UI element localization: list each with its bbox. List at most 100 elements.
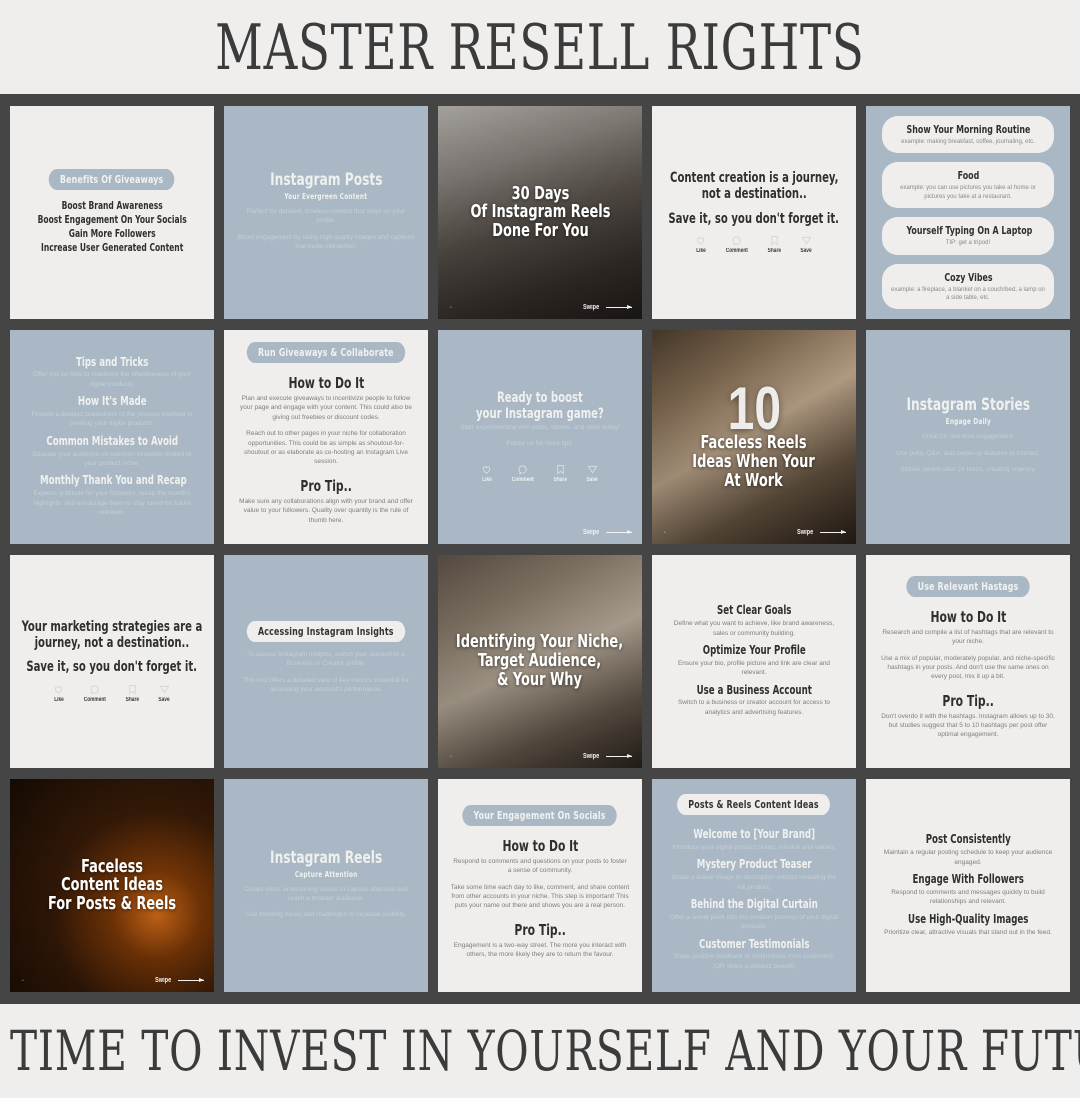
action-save[interactable]: Save [157,684,171,703]
card-section-list: Post Consistently Maintain a regular post… [878,828,1058,943]
card-30-days-reels[interactable]: 30 Days Of Instagram Reels Done For You • Sw… [438,106,642,320]
swipe-indicator[interactable]: Swipe [581,529,632,536]
action-label: Comment [725,248,748,255]
card-ready-to-boost[interactable]: Ready to boost your Instagram game? Start … [438,330,642,544]
save-icon [587,464,598,475]
card-10-faceless-reels-ideas[interactable]: 10 Faceless Reels Ideas When Your At Work • S… [652,330,856,544]
card-set-clear-goals[interactable]: Set Clear Goals Define what you want to a… [652,554,856,769]
action-label: Save [586,476,598,483]
action-share[interactable]: Share [766,235,783,254]
action-save[interactable]: Save [585,464,599,483]
card-paragraph: Create short, entertaining videos to cap… [243,885,409,902]
card-bullet-item: Increase User Generated Content [40,242,184,255]
action-share[interactable]: Share [552,464,569,483]
section-heading: Welcome to [Your Brand] [693,827,815,842]
card-subtitle: Capture Attention [294,869,358,879]
card-posts-reels-content-ideas[interactable]: Posts & Reels Content Ideas Welcome to [Y… [652,779,856,993]
action-like[interactable]: Like [53,684,65,703]
mrr-instagram-template-board: MASTER RESELL RIGHTS Benefits Of Giveawa… [0,0,1080,1098]
quote-line: not a destination.. [701,185,807,202]
card-instagram-reels[interactable]: Instagram Reels Capture Attention Create s… [224,779,428,993]
action-save[interactable]: Save [799,235,813,254]
like-icon [695,235,706,246]
swipe-label: Swipe [582,528,599,536]
swipe-label: Swipe [154,977,171,985]
action-like[interactable]: Like [695,235,707,254]
card-faceless-content-chips[interactable]: Show Your Morning Routine example: making… [866,106,1070,320]
comment-icon [731,235,742,246]
chip-title: Yourself Typing On A Laptop [906,224,1032,238]
card-photo-caption: Faceless Content Ideas For Posts & Reels [47,857,177,915]
card-run-giveaways-collaborate[interactable]: Run Giveaways & Collaborate How to Do It P… [224,330,428,544]
chip-item[interactable]: Food example: you can use pictures you ta… [881,162,1055,209]
arrow-right-icon [606,754,632,759]
swipe-indicator[interactable]: Swipe [581,304,632,311]
chip-item[interactable]: Yourself Typing On A Laptop TIP: get a tr… [881,217,1055,255]
chip-item[interactable]: Cozy Vibes example: a fireplace, a blanke… [881,263,1055,310]
action-label: Like [481,476,492,483]
card-pill-label: Run Giveaways & Collaborate [246,342,406,364]
action-comment[interactable]: Comment [81,684,109,703]
caption-line: & Your Why [497,668,583,690]
chip-item[interactable]: Show Your Morning Routine example: making… [881,116,1055,154]
card-use-relevant-hashtags[interactable]: Use Relevant Hastags How to Do It Research… [866,554,1070,769]
card-title: Instagram Posts [269,169,383,190]
card-accessing-instagram-insights[interactable]: Accessing Instagram Insights To access In… [224,554,428,769]
card-pill-label: Posts & Reels Content Ideas [677,794,831,816]
card-paragraph: Plan and execute giveaways to incentiviz… [240,394,412,421]
card-section: Use High-Quality Images Prioritize clear,… [878,911,1058,937]
section-heading: Tips and Tricks [75,354,149,369]
section-heading: Common Mistakes to Avoid [46,433,178,448]
card-tips-and-tricks[interactable]: Tips and Tricks Offer tips on how to maxi… [10,330,214,544]
card-instagram-stories[interactable]: Instagram Stories Engage Daily Great for r… [866,330,1070,544]
card-post-consistently[interactable]: Post Consistently Maintain a regular post… [866,779,1070,993]
card-content-creation-journey-quote[interactable]: Content creation is a journey, not a dest… [652,106,856,320]
card-section: Customer Testimonials Share positive feed… [664,937,844,972]
chip-title: Cozy Vibes [943,270,993,284]
card-paragraph: Perfect for detailed, timeless content t… [246,207,406,225]
action-label: Share [126,696,140,703]
section-heading: Behind the Digital Curtain [690,896,818,911]
caption-line: For Posts & Reels [47,893,177,915]
swipe-indicator[interactable]: Swipe [153,977,204,984]
card-your-engagement-on-socials[interactable]: Your Engagement On Socials How to Do It Re… [438,779,642,993]
card-section: Use a Business Account Switch to a busine… [664,683,844,718]
card-instagram-posts[interactable]: Instagram Posts Your Evergreen Content Per… [224,106,428,320]
card-identifying-your-niche[interactable]: Identifying Your Niche, Target Audience, &… [438,554,642,769]
section-heading: How It's Made [77,394,147,409]
watermark: • [664,529,666,536]
action-share[interactable]: Share [124,684,141,703]
card-section: Set Clear Goals Define what you want to a… [664,604,844,638]
card-section: Welcome to [Your Brand] Introduce your di… [664,827,844,852]
card-title: Instagram Reels [269,847,383,868]
card-pro-tip-body: Don't overdo it with the hashtags. Insta… [881,712,1055,739]
card-bullet-item: Boost Engagement On Your Socials [37,214,187,227]
card-pro-tip-body: Engagement is a two-way street. The more… [453,941,627,959]
action-label: Share [768,248,782,255]
section-heading: Post Consistently [925,832,1011,847]
save-icon [801,235,812,246]
card-section-list: Set Clear Goals Define what you want to a… [664,599,844,723]
card-benefits-of-giveaways[interactable]: Benefits Of Giveaways Boost Brand Awarene… [10,106,214,320]
section-body: Introduce your digital product brand, mi… [672,843,836,851]
action-comment[interactable]: Comment [509,464,537,483]
card-photo-caption: Identifying Your Niche, Target Audience, &… [456,633,623,689]
section-heading: Use High-Quality Images [907,911,1029,926]
watermark: • [450,305,452,312]
chip-stack: Show Your Morning Routine example: making… [881,116,1055,310]
swipe-indicator[interactable]: Swipe [795,529,846,536]
card-paragraph: Use polls, Q&A, and swipe-up features to… [896,449,1040,457]
action-comment[interactable]: Comment [723,235,751,254]
card-pro-tip-body: Make sure any collaborations align with … [239,497,413,524]
card-bullet-item: Gain More Followers [68,228,156,241]
swipe-indicator[interactable]: Swipe [581,753,632,760]
card-paragraph: Stories vanish after 24 hours, creating … [900,466,1036,474]
card-marketing-strategies-quote[interactable]: Your marketing strategies are a journey, … [10,554,214,769]
quote-line: Ready to boost [497,390,583,407]
engagement-action-row: Like Comment Share Save [53,684,171,703]
chip-subtitle: example: making breakfast, coffee, journ… [901,139,1035,145]
card-section: Tips and Tricks Offer tips on how to maxi… [22,354,202,390]
card-paragraph: Use trending music and challenges to inc… [245,911,407,919]
action-like[interactable]: Like [481,464,493,483]
card-faceless-content-ideas[interactable]: Faceless Content Ideas For Posts & Reels • S… [10,779,214,993]
